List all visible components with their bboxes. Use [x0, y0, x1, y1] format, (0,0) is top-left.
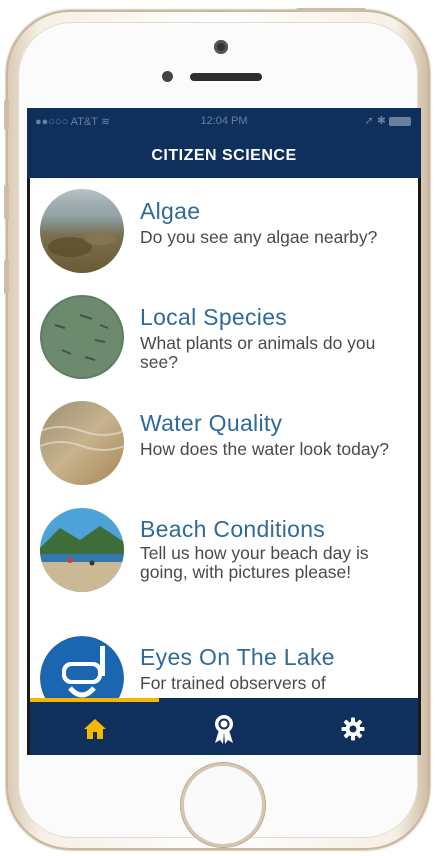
- bluetooth-icon: ✱: [376, 115, 386, 127]
- topic-row-local-species[interactable]: Local Species What plants or animals do …: [30, 284, 418, 391]
- mute-switch: [4, 100, 9, 130]
- nav-bar: CITIZEN SCIENCE: [27, 134, 421, 178]
- app-screen: ●●○○○ AT&T ︎≋ 12:04 PM ➚ ✱ CITIZEN SCIEN…: [27, 108, 421, 755]
- beach-conditions-thumbnail: [40, 508, 124, 592]
- tab-home[interactable]: [30, 702, 159, 755]
- topic-description: How does the water look today?: [140, 439, 390, 459]
- tab-settings[interactable]: [288, 702, 417, 755]
- page-title: CITIZEN SCIENCE: [151, 147, 297, 164]
- topic-list[interactable]: Algae Do you see any algae nearby? Local…: [30, 178, 418, 698]
- home-button[interactable]: [181, 763, 265, 847]
- topic-description: Do you see any algae nearby?: [140, 227, 378, 247]
- gear-icon: [341, 717, 364, 740]
- topic-row-beach-conditions[interactable]: Beach Conditions Tell us how your beach …: [30, 496, 418, 625]
- topic-row-eyes-on-the-lake[interactable]: Eyes On The Lake For trained observers o…: [30, 624, 418, 698]
- volume-down-button: [4, 260, 9, 294]
- topic-description: For trained observers of: [140, 673, 326, 693]
- tab-achievements[interactable]: [159, 702, 288, 755]
- topic-description: Tell us how your beach day is going, wit…: [140, 543, 369, 582]
- topic-title: Beach Conditions: [140, 516, 326, 542]
- topic-row-water-quality[interactable]: Water Quality How does the water look to…: [30, 390, 418, 497]
- algae-thumbnail: [40, 189, 124, 273]
- power-button: [296, 8, 366, 12]
- topic-title: Water Quality: [140, 410, 283, 436]
- volume-up-button: [4, 185, 9, 219]
- front-camera: [214, 40, 228, 54]
- award-ribbon-icon: [214, 714, 233, 744]
- local-species-thumbnail: [40, 295, 124, 379]
- earpiece-speaker: [190, 73, 262, 81]
- home-icon: [83, 718, 106, 739]
- water-quality-thumbnail: [40, 401, 124, 485]
- topic-title: Algae: [140, 198, 201, 224]
- eyes-on-the-lake-logo: [40, 636, 124, 698]
- topic-row-algae[interactable]: Algae Do you see any algae nearby?: [30, 178, 418, 285]
- status-bar: ●●○○○ AT&T ︎≋ 12:04 PM ➚ ✱: [27, 108, 421, 134]
- battery-area: ➚ ✱: [364, 114, 411, 127]
- clock: 12:04 PM: [200, 115, 248, 127]
- proximity-sensor: [162, 71, 173, 82]
- battery-icon: [389, 116, 411, 126]
- topic-title: Local Species: [140, 304, 288, 330]
- topic-description: What plants or animals do you see?: [140, 333, 376, 372]
- tab-bar: [30, 698, 418, 755]
- topic-title: Eyes On The Lake: [140, 644, 335, 670]
- location-icon: ➚: [364, 115, 374, 127]
